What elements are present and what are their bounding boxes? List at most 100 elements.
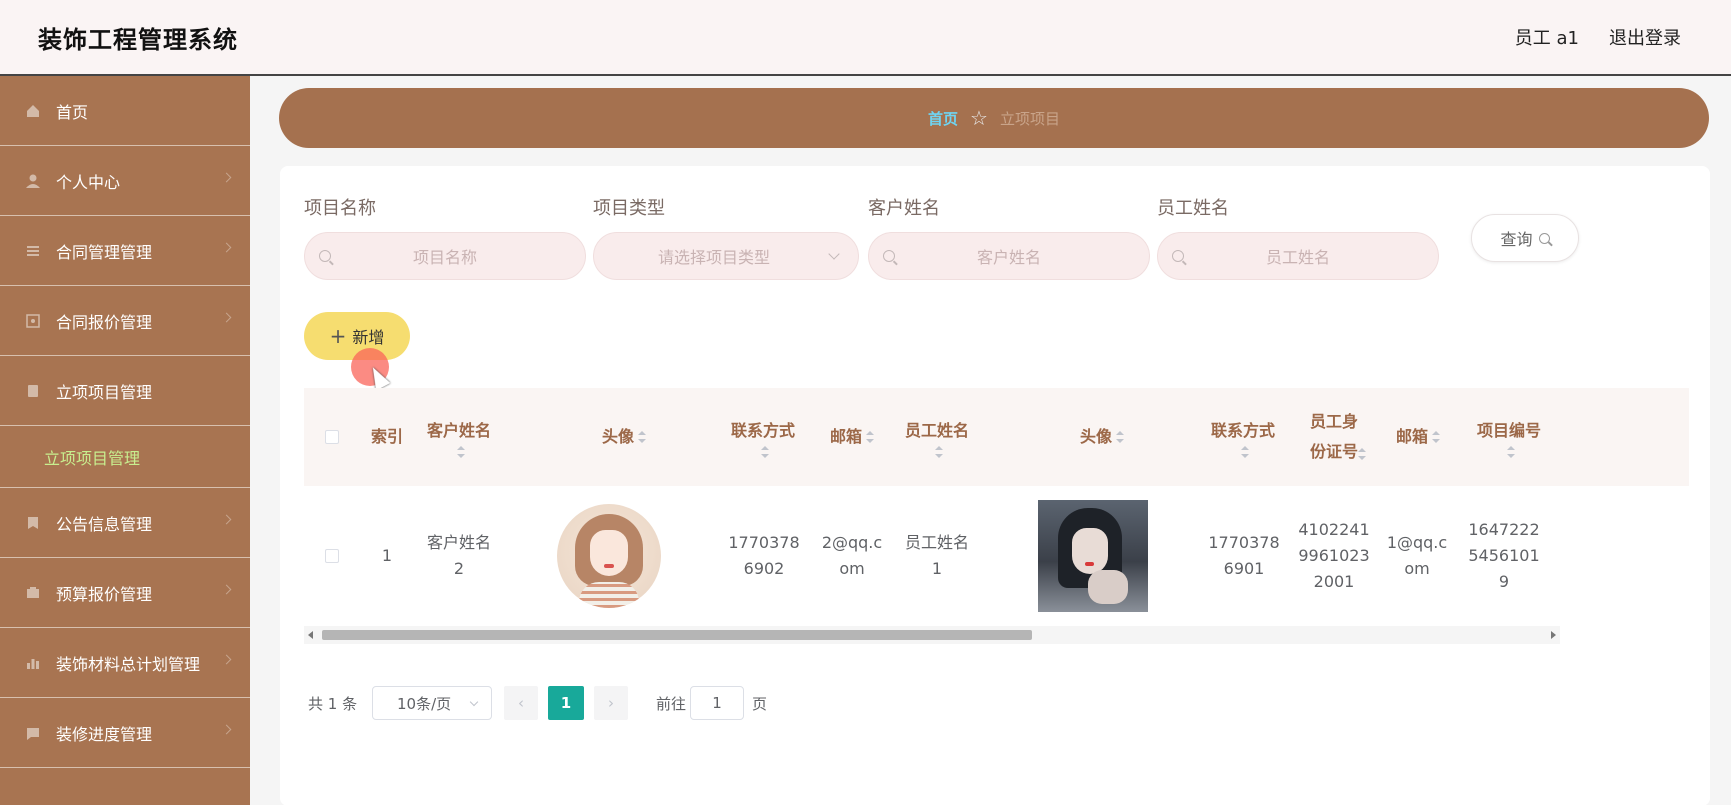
sidebar-item-label: 装饰材料总计划管理 xyxy=(56,654,201,674)
cell-customer-email: 2@qq.com xyxy=(821,533,883,578)
cell-customer-name: 客户姓名2 xyxy=(426,533,491,578)
header-label: 邮箱 xyxy=(1395,427,1428,446)
sort-icon[interactable] xyxy=(761,446,769,458)
star-icon: ☆ xyxy=(970,106,988,130)
pagination: 共 1 条 10条/页 ‹ 1 › 前往 1 页 xyxy=(308,686,1108,722)
cell-staff-email: 1@qq.com xyxy=(1386,533,1448,578)
sidebar-item-notice[interactable]: 公告信息管理 xyxy=(0,488,250,558)
page-number-button[interactable]: 1 xyxy=(548,686,584,720)
query-button[interactable]: 查询 xyxy=(1471,214,1579,262)
header-label: 员工身份证号 xyxy=(1309,412,1358,461)
sidebar: 首页 个人中心 合同管理管理 合同报价管理 立项项目管理 立项项目管理 公告信息… xyxy=(0,76,250,805)
submenu-item-project[interactable]: 立项项目管理 xyxy=(0,426,250,488)
sidebar-item-contract[interactable]: 合同管理管理 xyxy=(0,216,250,286)
header-label: 员工姓名 xyxy=(904,421,969,440)
sidebar-item-label: 公告信息管理 xyxy=(56,514,153,534)
sort-icon[interactable] xyxy=(1507,446,1515,458)
content-panel: 项目名称 项目名称 项目类型 请选择项目类型 客户姓名 客户姓名 员工姓名 员工… xyxy=(280,166,1710,805)
chevron-icon xyxy=(221,514,232,525)
sort-icon[interactable] xyxy=(866,431,874,443)
sort-icon[interactable] xyxy=(1358,448,1366,460)
sidebar-item-label: 合同报价管理 xyxy=(56,312,153,332)
contract-icon xyxy=(24,243,42,259)
main-content: 首页 ☆ 立项项目 项目名称 项目名称 项目类型 请选择项目类型 客户姓名 客户… xyxy=(250,76,1731,805)
home-icon xyxy=(24,103,42,119)
cell-customer-phone: 17703786902 xyxy=(728,533,800,578)
header-staff-id[interactable]: 员工身份证号 xyxy=(1292,388,1376,486)
sort-icon[interactable] xyxy=(457,446,465,458)
sidebar-item-label: 首页 xyxy=(56,102,89,122)
search-field-customer-name: 客户姓名 客户姓名 xyxy=(868,196,1150,280)
header-customer-name[interactable]: 客户姓名 xyxy=(414,388,504,486)
customer-avatar-image xyxy=(557,504,661,608)
staff-name-input[interactable]: 员工姓名 xyxy=(1157,232,1439,280)
header-label: 联系方式 xyxy=(1210,421,1275,440)
search-icon xyxy=(1538,232,1550,244)
prev-page-button[interactable]: ‹ xyxy=(504,686,538,720)
header-label: 客户姓名 xyxy=(426,421,491,440)
search-icon xyxy=(883,250,895,262)
cell-staff-id: 410224199610232001 xyxy=(1298,520,1370,591)
search-icon xyxy=(319,250,331,262)
chevron-down-icon xyxy=(469,697,479,706)
select-all-checkbox[interactable] xyxy=(325,430,339,444)
goto-suffix: 页 xyxy=(752,694,768,713)
add-label: 新增 xyxy=(352,328,385,347)
sidebar-item-personal-center[interactable]: 个人中心 xyxy=(0,146,250,216)
sort-icon[interactable] xyxy=(1241,446,1249,458)
app-title: 装饰工程管理系统 xyxy=(38,25,238,54)
header-staff-name[interactable]: 员工姓名 xyxy=(892,388,982,486)
header-customer-phone[interactable]: 联系方式 xyxy=(714,388,812,486)
search-field-project-type: 项目类型 请选择项目类型 xyxy=(593,196,859,280)
header-label: 头像 xyxy=(1079,427,1112,446)
select-placeholder: 请选择项目类型 xyxy=(657,248,770,267)
horizontal-scrollbar[interactable] xyxy=(304,626,1560,644)
sort-icon[interactable] xyxy=(638,431,646,443)
field-label: 员工姓名 xyxy=(1157,198,1229,219)
chevron-down-icon xyxy=(828,248,840,260)
sort-icon[interactable] xyxy=(1432,431,1440,443)
breadcrumb: 首页 ☆ 立项项目 xyxy=(279,88,1709,148)
breadcrumb-home-link[interactable]: 首页 xyxy=(928,108,958,129)
page-size-value: 10条/页 xyxy=(397,694,452,713)
sidebar-item-project[interactable]: 立项项目管理 xyxy=(0,356,250,426)
row-checkbox[interactable] xyxy=(325,549,339,563)
plus-icon: + xyxy=(329,324,347,348)
sidebar-item-material-plan[interactable]: 装饰材料总计划管理 xyxy=(0,628,250,698)
scrollbar-thumb[interactable] xyxy=(322,630,1032,640)
page-size-select[interactable]: 10条/页 xyxy=(372,686,492,720)
sidebar-item-progress[interactable]: 装修进度管理 xyxy=(0,698,250,768)
project-type-select[interactable]: 请选择项目类型 xyxy=(593,232,859,280)
header-label: 项目编号 xyxy=(1476,421,1541,440)
cell-staff-phone: 17703786901 xyxy=(1208,533,1280,578)
goto-page-input[interactable]: 1 xyxy=(690,686,744,720)
sort-icon[interactable] xyxy=(935,446,943,458)
header-project-no[interactable]: 项目编号 xyxy=(1460,388,1558,486)
header-customer-email[interactable]: 邮箱 xyxy=(812,388,892,486)
table-row[interactable]: 1 客户姓名2 17703786902 2@qq.com 员工姓名1 17703… xyxy=(304,486,1689,626)
next-page-button[interactable]: › xyxy=(594,686,628,720)
sort-icon[interactable] xyxy=(1116,431,1124,443)
sidebar-item-budget[interactable]: 预算报价管理 xyxy=(0,558,250,628)
scroll-right-icon[interactable] xyxy=(1551,631,1556,639)
header-staff-avatar[interactable]: 头像 xyxy=(982,388,1222,486)
scroll-left-icon[interactable] xyxy=(308,631,313,639)
customer-name-input[interactable]: 客户姓名 xyxy=(868,232,1150,280)
chevron-icon xyxy=(221,724,232,735)
project-name-input[interactable]: 项目名称 xyxy=(304,232,586,280)
top-header: 装饰工程管理系统 员工 a1 退出登录 xyxy=(0,0,1731,76)
input-placeholder: 员工姓名 xyxy=(1265,248,1330,267)
field-label: 项目类型 xyxy=(593,198,665,219)
sidebar-item-home[interactable]: 首页 xyxy=(0,76,250,146)
header-index: 索引 xyxy=(360,388,414,486)
header-staff-phone[interactable]: 联系方式 xyxy=(1194,388,1292,486)
chevron-icon xyxy=(221,584,232,595)
header-staff-email[interactable]: 邮箱 xyxy=(1376,388,1460,486)
total-count: 共 1 条 xyxy=(308,694,358,713)
logout-link[interactable]: 退出登录 xyxy=(1609,24,1681,50)
sidebar-item-label: 装修进度管理 xyxy=(56,724,153,744)
chevron-icon xyxy=(221,242,232,253)
sidebar-item-contract-quote[interactable]: 合同报价管理 xyxy=(0,286,250,356)
header-customer-avatar[interactable]: 头像 xyxy=(504,388,744,486)
field-label: 客户姓名 xyxy=(868,198,940,219)
